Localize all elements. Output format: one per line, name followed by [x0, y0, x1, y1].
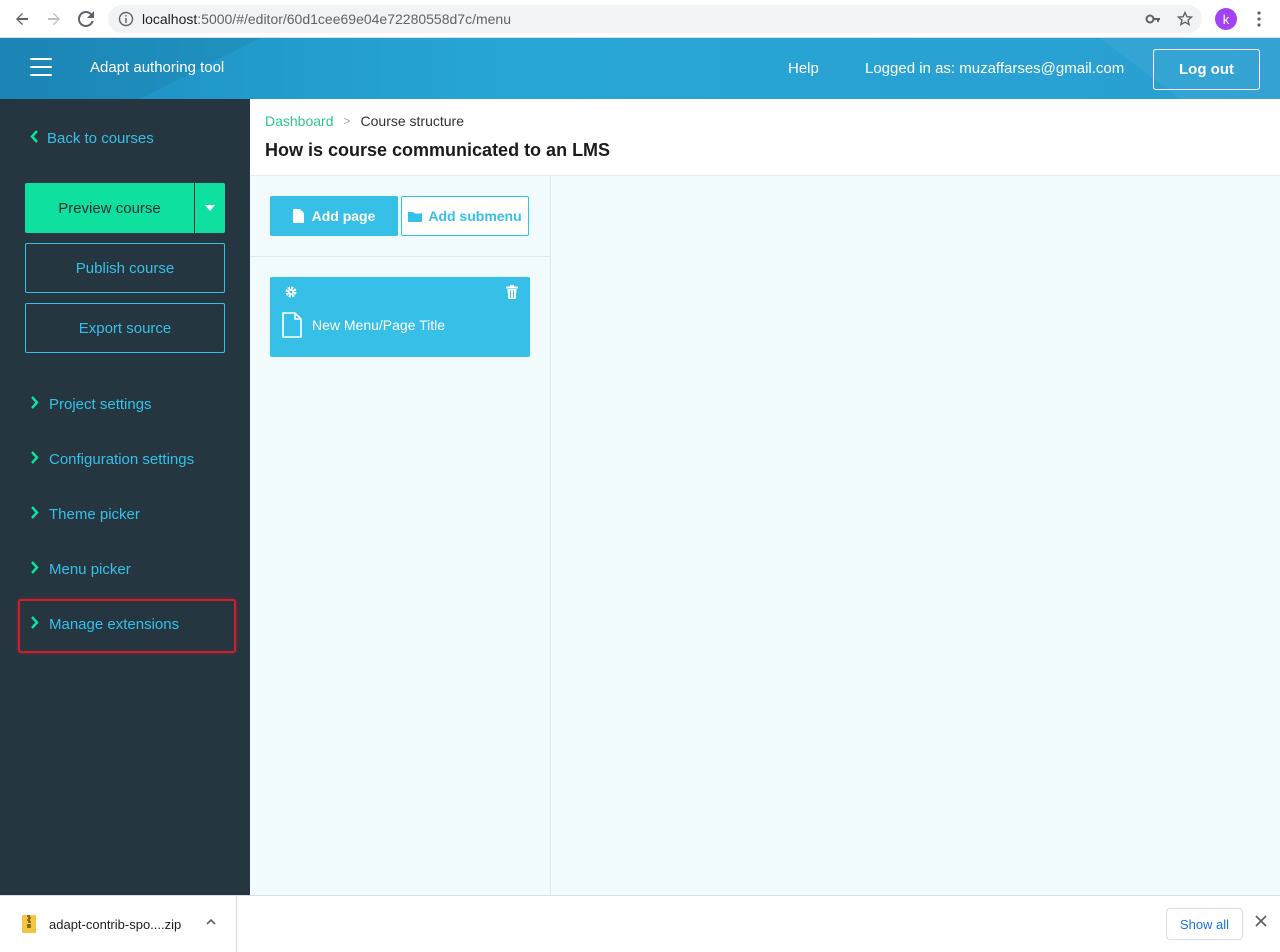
file-icon	[292, 209, 304, 223]
structure-toolbar: Add page Add submenu	[250, 176, 550, 257]
add-page-label: Add page	[311, 208, 376, 224]
highlight-annotation	[18, 599, 236, 653]
info-icon[interactable]	[118, 11, 134, 32]
page-title: How is course communicated to an LMS	[265, 140, 611, 160]
star-icon[interactable]	[1176, 10, 1194, 32]
sidebar-item-menu-picker[interactable]: Menu picker	[30, 561, 131, 578]
browser-toolbar: localhost:5000/#/editor/60d1cee69e04e722…	[0, 0, 1280, 38]
hamburger-menu-icon[interactable]	[30, 58, 52, 76]
profile-avatar[interactable]: k	[1215, 8, 1237, 30]
app-header: Adapt authoring tool Help Logged in as: …	[0, 38, 1280, 99]
chevron-right-icon	[30, 506, 39, 523]
chevron-up-icon[interactable]	[205, 915, 217, 933]
download-file-name: adapt-contrib-spo....zip	[49, 917, 182, 932]
breadcrumb-separator: >	[343, 114, 351, 128]
back-to-courses-link[interactable]: Back to courses	[30, 130, 154, 147]
page-card-title: New Menu/Page Title	[312, 317, 446, 333]
download-item[interactable]: adapt-contrib-spo....zip	[0, 896, 237, 952]
download-bar: adapt-contrib-spo....zip Show all	[0, 895, 1280, 952]
address-bar[interactable]: localhost:5000/#/editor/60d1cee69e04e722…	[108, 5, 1202, 33]
export-source-button[interactable]: Export source	[25, 303, 225, 353]
sidebar-item-configuration-settings[interactable]: Configuration settings	[30, 451, 194, 468]
chevron-right-icon	[30, 396, 39, 413]
logout-button[interactable]: Log out	[1153, 49, 1260, 90]
document-icon	[282, 312, 302, 343]
back-arrow-icon[interactable]	[10, 7, 34, 31]
back-to-courses-label: Back to courses	[47, 130, 154, 147]
url-path: :5000/#/editor/60d1cee69e04e72280558d7c/…	[197, 11, 511, 27]
gear-icon[interactable]	[284, 285, 298, 304]
logged-in-text: Logged in as: muzaffarses@gmail.com	[865, 60, 1125, 77]
sidebar: Back to courses Preview course Publish c…	[0, 99, 250, 895]
add-submenu-label: Add submenu	[428, 208, 522, 224]
close-icon[interactable]	[1254, 914, 1268, 933]
url-text: localhost:5000/#/editor/60d1cee69e04e722…	[142, 11, 511, 27]
folder-icon	[408, 211, 423, 222]
publish-course-button[interactable]: Publish course	[25, 243, 225, 293]
trash-icon[interactable]	[506, 285, 518, 304]
main-content: Dashboard > Course structure How is cour…	[250, 99, 1280, 895]
sidebar-item-project-settings[interactable]: Project settings	[30, 396, 152, 413]
chevron-right-icon	[30, 561, 39, 578]
app-title: Adapt authoring tool	[90, 59, 225, 76]
url-host: localhost	[142, 11, 198, 27]
zip-file-icon	[22, 915, 36, 938]
preview-options-dropdown[interactable]	[195, 183, 225, 233]
breadcrumb: Dashboard > Course structure	[265, 113, 464, 129]
breadcrumb-dashboard-link[interactable]: Dashboard	[265, 113, 334, 129]
more-menu-icon[interactable]	[1247, 7, 1271, 31]
menu-structure-column: Add page Add submenu New Menu/Page Title	[250, 176, 551, 895]
sidebar-item-label: Theme picker	[49, 506, 140, 523]
sidebar-item-label: Project settings	[49, 396, 152, 413]
sidebar-item-label: Configuration settings	[49, 451, 195, 468]
page-card[interactable]: New Menu/Page Title	[270, 277, 530, 357]
caret-down-icon	[205, 205, 215, 211]
preview-course-button[interactable]: Preview course	[25, 183, 194, 233]
sidebar-item-theme-picker[interactable]: Theme picker	[30, 506, 140, 523]
add-submenu-button[interactable]: Add submenu	[401, 196, 529, 236]
sidebar-item-label: Menu picker	[49, 561, 131, 578]
forward-arrow-icon[interactable]	[42, 7, 66, 31]
reload-icon[interactable]	[74, 7, 98, 31]
chevron-right-icon	[30, 451, 39, 468]
page-header: Dashboard > Course structure How is cour…	[250, 99, 1280, 176]
show-all-button[interactable]: Show all	[1166, 908, 1243, 940]
add-page-button[interactable]: Add page	[270, 196, 398, 236]
key-icon[interactable]	[1145, 11, 1161, 32]
breadcrumb-current: Course structure	[360, 113, 464, 129]
chevron-left-icon	[30, 130, 39, 147]
help-link[interactable]: Help	[788, 60, 819, 77]
